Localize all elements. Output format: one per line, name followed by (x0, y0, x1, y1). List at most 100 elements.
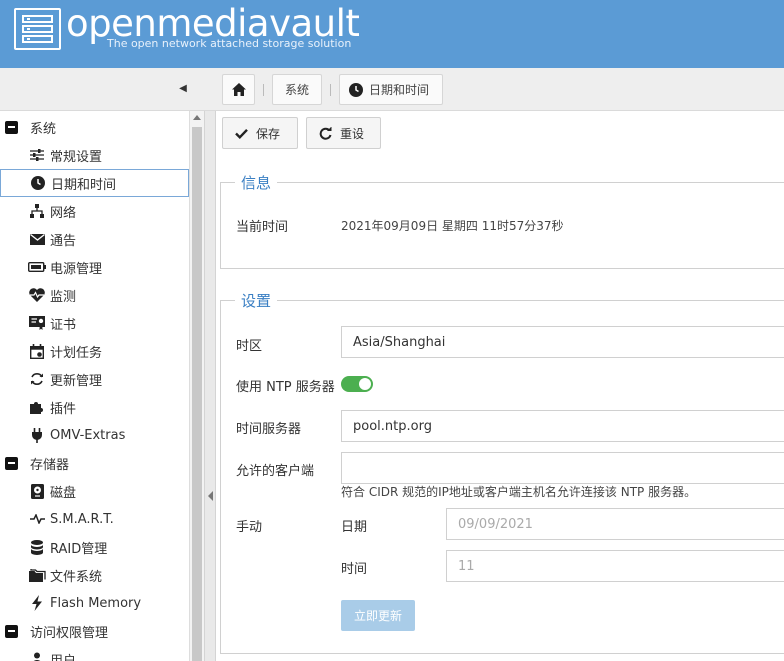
sidebar-item-label: 存储器 (30, 457, 70, 473)
sidebar-item-general-settings[interactable]: 常规设置 (0, 141, 189, 169)
manual-label: 手动 (236, 520, 263, 535)
allowed-clients-input[interactable] (341, 452, 784, 484)
sidebar-item-smart[interactable]: S.M.A.R.T. (0, 505, 189, 533)
sidebar-item-network[interactable]: 网络 (0, 197, 189, 225)
sidebar-item-monitoring[interactable]: 监测 (0, 281, 189, 309)
app-header: openmediavault The open network attached… (0, 0, 784, 68)
sidebar-group-access-rights[interactable]: 访问权限管理 (0, 617, 189, 645)
scrollbar-thumb[interactable] (192, 127, 202, 661)
panel-splitter[interactable] (204, 111, 216, 661)
current-time-value: 2021年09月09日 星期四 11时57分37秒 (341, 219, 564, 233)
sidebar-item-users[interactable]: 用户 (0, 645, 189, 661)
breadcrumb-system[interactable]: 系统 (272, 74, 322, 105)
save-button[interactable]: 保存 (222, 117, 298, 149)
sidebar-item-certificates[interactable]: 证书 (0, 309, 189, 337)
clock-icon (349, 82, 363, 97)
logo-icon (14, 8, 61, 50)
breadcrumb-separator (330, 84, 331, 96)
collapse-sidebar-button[interactable]: ◀ (176, 81, 190, 97)
sidebar-item-update-management[interactable]: 更新管理 (0, 365, 189, 393)
plug-icon (28, 426, 46, 444)
save-label: 保存 (256, 126, 281, 141)
collapse-arrow-icon[interactable] (208, 491, 213, 501)
sidebar-group-storage[interactable]: 存储器 (0, 449, 189, 477)
network-icon (28, 202, 46, 220)
time-label: 时间 (341, 562, 368, 577)
sidebar-item-label: RAID管理 (50, 541, 108, 557)
battery-icon (28, 258, 46, 276)
sidebar-item-label: 文件系统 (50, 569, 103, 585)
check-icon (235, 128, 248, 139)
sidebar-item-file-systems[interactable]: 文件系统 (0, 561, 189, 589)
scroll-up-icon[interactable] (193, 115, 201, 120)
collapse-group-icon (5, 456, 18, 470)
breadcrumb-home-button[interactable] (222, 74, 255, 105)
sidebar-item-label: 日期和时间 (51, 177, 117, 193)
date-input[interactable]: 09/09/2021 (446, 508, 784, 540)
envelope-icon (28, 230, 46, 248)
clock-icon (29, 174, 47, 192)
use-ntp-label: 使用 NTP 服务器 (236, 380, 335, 395)
heartbeat-icon (28, 286, 46, 304)
use-ntp-toggle[interactable] (341, 376, 373, 392)
navigation-bar: ◀ 系统 日期和时间 (0, 68, 784, 111)
sidebar-item-label: 用户 (50, 653, 77, 661)
sidebar-item-disks[interactable]: 磁盘 (0, 477, 189, 505)
sidebar-item-scheduled-tasks[interactable]: 计划任务 (0, 337, 189, 365)
bolt-icon (28, 594, 46, 612)
sidebar-item-label: 系统 (30, 121, 57, 137)
sidebar-item-label: 访问权限管理 (30, 625, 109, 641)
puzzle-icon (28, 398, 46, 416)
user-icon (28, 650, 46, 661)
disk-icon (28, 482, 46, 500)
current-time-label: 当前时间 (236, 220, 289, 235)
info-fieldset: 信息 当前时间 2021年09月09日 星期四 11时57分37秒 (220, 173, 784, 269)
timezone-label: 时区 (236, 339, 263, 354)
info-legend: 信息 (235, 173, 278, 193)
folder-icon (28, 566, 46, 584)
sidebar-scrollbar[interactable] (189, 111, 204, 661)
sidebar: 系统 常规设置 日期和时间 网络 通告 电源管理 监测 证书 计划任务 更新管理… (0, 111, 204, 661)
reset-button[interactable]: 重设 (306, 117, 381, 149)
sidebar-item-label: 磁盘 (50, 485, 77, 501)
sidebar-group-system[interactable]: 系统 (0, 113, 189, 141)
time-server-label: 时间服务器 (236, 422, 302, 437)
collapse-group-icon (5, 120, 18, 134)
sliders-icon (28, 146, 46, 164)
breadcrumb-separator (263, 84, 264, 96)
breadcrumb-date-time[interactable]: 日期和时间 (339, 74, 443, 105)
timezone-select[interactable]: Asia/Shanghai (341, 326, 784, 358)
sidebar-item-label: 插件 (50, 401, 77, 417)
time-server-input[interactable]: pool.ntp.org (341, 410, 784, 442)
database-icon (28, 538, 46, 556)
date-label: 日期 (341, 520, 368, 535)
home-icon (231, 83, 246, 96)
settings-legend: 设置 (235, 291, 278, 311)
time-input[interactable]: 11 (446, 550, 784, 582)
sidebar-item-label: OMV-Extras (50, 427, 126, 443)
sidebar-item-raid-management[interactable]: RAID管理 (0, 533, 189, 561)
settings-fieldset: 设置 时区 Asia/Shanghai 使用 NTP 服务器 时间服务器 poo… (220, 291, 784, 654)
calendar-icon (28, 342, 46, 360)
sidebar-item-date-time[interactable]: 日期和时间 (0, 169, 189, 197)
sidebar-item-label: 网络 (50, 205, 77, 221)
sidebar-item-label: 计划任务 (50, 345, 103, 361)
pulse-icon (28, 510, 46, 528)
update-now-button[interactable]: 立即更新 (341, 600, 415, 631)
sidebar-item-power-management[interactable]: 电源管理 (0, 253, 189, 281)
sidebar-item-omv-extras[interactable]: OMV-Extras (0, 421, 189, 449)
allowed-clients-label: 允许的客户端 (236, 464, 315, 479)
app-subtitle: The open network attached storage soluti… (107, 37, 352, 50)
sidebar-item-label: 电源管理 (50, 261, 103, 277)
allowed-clients-help: 符合 CIDR 规范的IP地址或客户端主机名允许连接该 NTP 服务器。 (341, 485, 697, 499)
sidebar-item-label: 监测 (50, 289, 77, 305)
breadcrumb-date-time-label: 日期和时间 (369, 83, 430, 97)
sidebar-item-flash-memory[interactable]: Flash Memory (0, 589, 189, 617)
main-panel: 保存 重设 信息 当前时间 2021年09月09日 星期四 11时57分37秒 … (216, 111, 784, 661)
collapse-group-icon (5, 624, 18, 638)
refresh-icon (28, 370, 46, 388)
sidebar-item-label: 通告 (50, 233, 77, 249)
sidebar-item-plugins[interactable]: 插件 (0, 393, 189, 421)
sidebar-item-label: 常规设置 (50, 149, 103, 165)
sidebar-item-notification[interactable]: 通告 (0, 225, 189, 253)
